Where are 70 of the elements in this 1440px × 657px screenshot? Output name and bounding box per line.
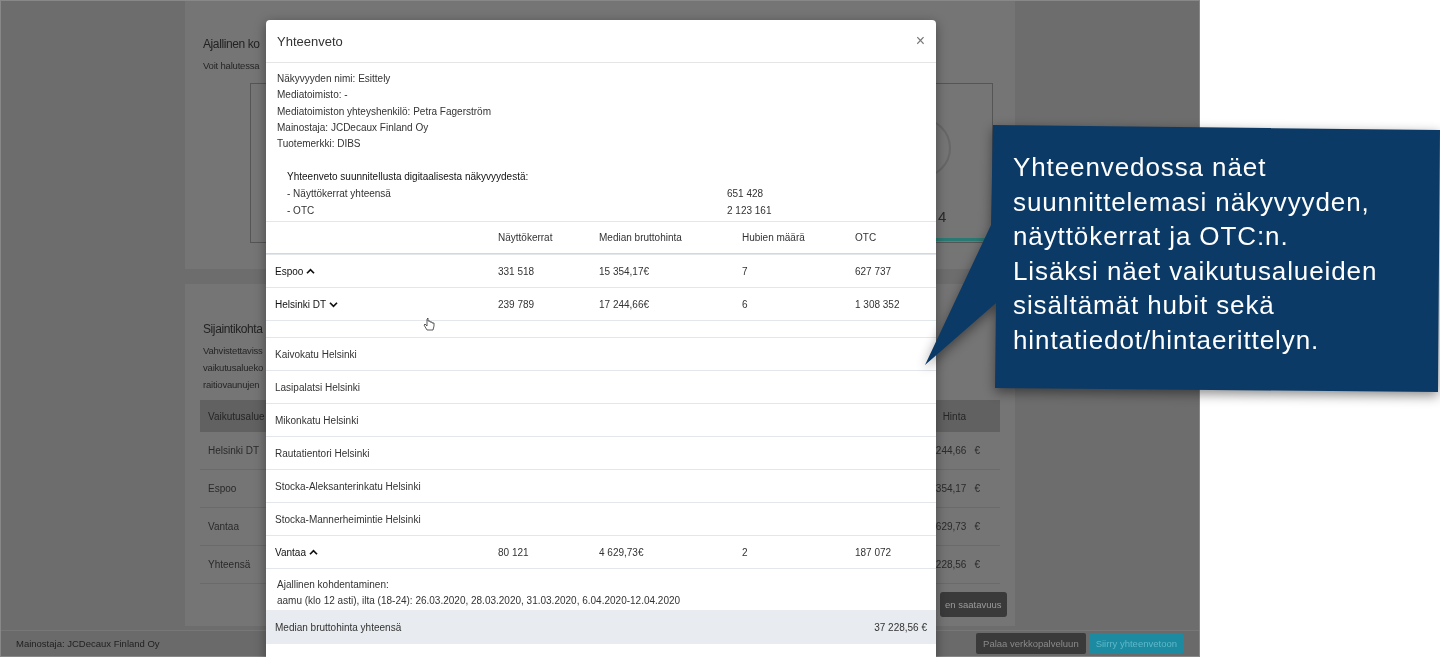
summary-value: 2 123 161 xyxy=(727,204,772,219)
table-cell-text: 7 xyxy=(742,266,749,277)
column-header: Vaikutusalue xyxy=(208,410,265,422)
hub-name: Stocka-Aleksanterinkatu Helsinki xyxy=(274,481,421,492)
column-header: Hubien määrä xyxy=(742,232,806,244)
region-name: Helsinki DT xyxy=(275,299,327,310)
section-text: Voit halutessa xyxy=(203,60,260,71)
region-name: Vantaa xyxy=(275,547,306,558)
section-title: Sijaintikohta xyxy=(203,322,263,336)
table-cell: 228,56 xyxy=(935,559,967,570)
section-title: Ajallinen ko xyxy=(203,37,260,51)
column-header: Hinta xyxy=(942,410,966,422)
region-name: Espoo xyxy=(275,266,304,277)
hub-name: Rautatientori Helsinki xyxy=(274,448,370,459)
hub-name: Mikonkatu Helsinki xyxy=(274,415,359,426)
summary-value: 651 428 xyxy=(727,187,764,202)
table-cell: Vantaa xyxy=(208,521,239,532)
table-cell: Yhteensä xyxy=(208,559,251,570)
chevron-down-icon[interactable] xyxy=(329,301,339,308)
column-header: Näyttökerrat xyxy=(498,232,554,244)
info-text: Mainostaja: JCDecaux Finland Oy xyxy=(277,120,430,135)
availability-button[interactable]: en saatavuus xyxy=(940,592,1007,617)
summary-title: Yhteenveto suunnitellusta digitaalisesta näkyvyydestä: xyxy=(287,170,530,185)
advertiser-text: Mainostaja: JCDecaux Finland Oy xyxy=(16,638,160,649)
summary-label: - Näyttökerrat yhteensä xyxy=(287,187,392,202)
column-header: OTC xyxy=(855,232,878,244)
hub-name: Kaivokatu Helsinki xyxy=(274,349,357,360)
table-cell: Espoo xyxy=(208,483,237,494)
table-cell-text: 627 737 xyxy=(855,266,893,277)
section-text: Vahvistettaviss xyxy=(203,344,263,358)
table-cell-text: 331 518 xyxy=(498,266,536,277)
hand-cursor-icon xyxy=(423,318,435,332)
table-cell-text: 1 308 352 xyxy=(855,299,901,310)
table-cell: € xyxy=(974,559,980,570)
table-cell: 629,73 xyxy=(935,521,967,532)
info-text: Tuotemerkki: DIBS xyxy=(277,137,362,152)
table-cell: 354,17 xyxy=(935,483,967,494)
table-cell-text: 17 244,66€ xyxy=(599,299,651,310)
table-cell-text: 239 789 xyxy=(498,299,536,310)
table-cell-text: 15 354,17€ xyxy=(599,266,651,277)
close-button[interactable]: × xyxy=(915,32,925,50)
table-cell-text: 2 xyxy=(742,547,749,558)
chevron-up-icon[interactable] xyxy=(306,268,316,275)
total-label: Median bruttohinta yhteensä xyxy=(275,622,402,633)
footer-button[interactable]: Palaa verkkopalveluun xyxy=(976,633,1086,654)
table-cell: Helsinki DT xyxy=(208,445,260,456)
hub-name: Lasipalatsi Helsinki xyxy=(274,382,361,393)
time-targeting-title: Ajallinen kohdentaminen: xyxy=(277,578,390,593)
table-cell-text: 80 121 xyxy=(498,547,530,558)
table-cell-text: 4 629,73€ xyxy=(599,547,645,558)
section-text: raitiovaunujen xyxy=(203,378,260,392)
table-cell-text: 6 xyxy=(742,299,749,310)
table-cell: 244,66 xyxy=(935,445,967,456)
table-cell-text: 187 072 xyxy=(855,547,893,558)
total-value: 37 228,56 € xyxy=(874,622,927,633)
column-header: Median bruttohinta xyxy=(599,232,683,244)
time-targeting-text: aamu (klo 12 asti), ilta (18-24): 26.03.2020, 28.03.2020, 31.03.2020, 6.04.2020-12.04.2020 xyxy=(277,594,682,609)
info-text: Mediatoimisto: - xyxy=(277,88,349,103)
summary-label: - OTC xyxy=(287,204,316,219)
dialog-title: Yhteenveto xyxy=(277,33,343,49)
value-text: 4 xyxy=(938,208,947,225)
callout-text: Yhteenvedossa näet suunnittelemasi näkyvyyden, näyttökerrat ja OTC:n. Lisäksi näet vaikutusalueiden sisältämät hubit sekä hintatiedot/hintaerittelyn. xyxy=(1013,151,1378,357)
info-text: Näkyvyyden nimi: Esittely xyxy=(277,72,392,86)
table-cell: € xyxy=(974,521,980,532)
section-text: vaikutusalueko xyxy=(203,361,264,375)
table-cell: € xyxy=(974,483,980,494)
hub-name: Stocka-Mannerheimintie Helsinki xyxy=(274,514,421,525)
info-text: Mediatoimiston yhteyshenkilö: Petra Fagerström xyxy=(277,104,492,119)
chevron-up-icon[interactable] xyxy=(308,549,318,556)
table-cell: € xyxy=(974,445,980,456)
